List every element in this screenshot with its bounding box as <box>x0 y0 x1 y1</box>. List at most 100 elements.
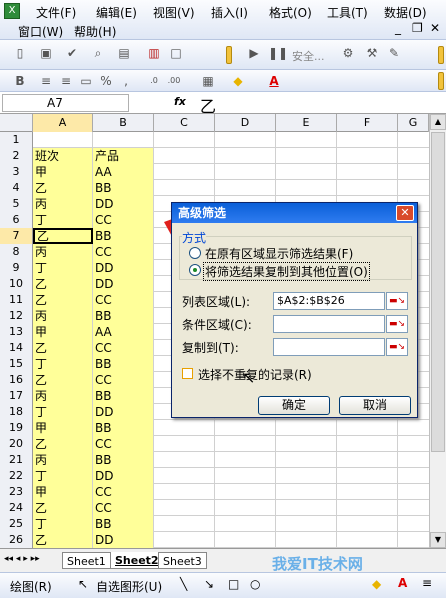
row-header[interactable]: 3 <box>0 164 33 180</box>
row-header[interactable]: 8 <box>0 244 33 260</box>
row-header[interactable]: 9 <box>0 260 33 276</box>
row-header[interactable]: 4 <box>0 180 33 196</box>
borders-icon[interactable]: ▦ <box>200 73 216 89</box>
font-color-draw-icon[interactable]: A <box>398 576 407 590</box>
tab-nav-buttons[interactable]: ◂◂ ◂ ▸ ▸▸ <box>4 554 40 564</box>
option-show-in-place[interactable]: 在原有区域显示筛选结果(F) <box>205 245 353 262</box>
rectangle-icon[interactable]: □ <box>228 577 239 591</box>
cell-a[interactable]: 丁 <box>33 404 93 420</box>
column-header-b[interactable]: B <box>93 114 154 132</box>
menu-data[interactable]: 数据(D) <box>384 4 427 21</box>
excel-icon[interactable]: X <box>4 3 20 19</box>
scroll-thumb[interactable] <box>431 132 445 452</box>
column-header-g[interactable]: G <box>398 114 429 132</box>
cell-b[interactable]: BB <box>93 356 154 372</box>
cell-a[interactable]: 丙 <box>33 452 93 468</box>
cell-b[interactable]: DD <box>93 532 154 548</box>
spell-icon[interactable]: ✔ <box>64 45 80 61</box>
security-button[interactable]: 安全... <box>292 48 325 64</box>
tab-sheet2[interactable]: Sheet2 <box>110 552 164 569</box>
restore-button[interactable]: ❐ <box>412 21 423 35</box>
toolbar-grip[interactable] <box>438 72 444 90</box>
cell-b[interactable]: DD <box>93 196 154 212</box>
select-objects-icon[interactable]: ↖ <box>78 577 88 591</box>
menu-edit[interactable]: 编辑(E) <box>96 4 137 21</box>
cell-a[interactable]: 乙 <box>33 372 93 388</box>
cell-a[interactable]: 甲 <box>33 484 93 500</box>
cell-a[interactable]: 丁 <box>33 516 93 532</box>
cell-a[interactable]: 丁 <box>33 212 93 228</box>
column-header-f[interactable]: F <box>337 114 398 132</box>
cell-b[interactable]: BB <box>93 420 154 436</box>
cell-a[interactable]: 丙 <box>33 196 93 212</box>
cell-a[interactable]: 丙 <box>33 308 93 324</box>
cancel-button[interactable]: 取消 <box>339 396 411 415</box>
row-header[interactable]: 13 <box>0 324 33 340</box>
wrench-icon[interactable]: ✎ <box>386 45 402 61</box>
close-icon[interactable]: ✕ <box>396 205 414 221</box>
comma-icon[interactable]: , <box>118 73 134 89</box>
row-header[interactable]: 20 <box>0 436 33 452</box>
row-header[interactable]: 12 <box>0 308 33 324</box>
font-color-icon[interactable]: A <box>266 73 282 89</box>
row-header[interactable]: 10 <box>0 276 33 292</box>
run-icon[interactable]: ▶ <box>246 45 262 61</box>
column-header-c[interactable]: C <box>154 114 215 132</box>
toolbar-grip[interactable] <box>226 46 232 64</box>
autoshapes-menu[interactable]: 自选图形(U) <box>96 578 162 595</box>
cell-b[interactable]: DD <box>93 468 154 484</box>
cell-b[interactable]: CC <box>93 292 154 308</box>
cell-a[interactable] <box>33 132 93 148</box>
draw-menu[interactable]: 绘图(R) <box>10 578 52 595</box>
row-header[interactable]: 7 <box>0 228 33 244</box>
tab-sheet3[interactable]: Sheet3 <box>158 552 207 569</box>
cell-b[interactable]: CC <box>93 372 154 388</box>
fx-icon[interactable]: fx <box>174 95 186 108</box>
scroll-down-button[interactable]: ▼ <box>430 532 446 548</box>
cell-a[interactable]: 乙 <box>33 276 93 292</box>
fill-color-draw-icon[interactable]: ◆ <box>372 577 381 591</box>
row-header[interactable]: 23 <box>0 484 33 500</box>
save-icon[interactable]: ▣ <box>38 45 54 61</box>
cell-b[interactable]: CC <box>93 436 154 452</box>
menu-window[interactable]: 窗口(W) <box>18 23 63 40</box>
cell-a[interactable]: 乙 <box>33 500 93 516</box>
cell-b[interactable]: DD <box>93 276 154 292</box>
menu-view[interactable]: 视图(V) <box>153 4 195 21</box>
name-box[interactable]: A7 <box>2 94 129 112</box>
toolbar-grip[interactable] <box>438 46 444 64</box>
cell-a[interactable]: 丁 <box>33 468 93 484</box>
menu-file[interactable]: 文件(F) <box>36 4 76 21</box>
cell-a[interactable]: 甲 <box>33 164 93 180</box>
minimize-button[interactable]: _ <box>395 21 401 35</box>
research-icon[interactable]: ⌕ <box>90 45 106 61</box>
row-header[interactable]: 1 <box>0 132 33 148</box>
row-header[interactable]: 21 <box>0 452 33 468</box>
cell-b[interactable]: BB <box>93 452 154 468</box>
row-header[interactable]: 11 <box>0 292 33 308</box>
cell-b[interactable]: DD <box>93 260 154 276</box>
row-header[interactable]: 17 <box>0 388 33 404</box>
cell-b[interactable]: BB <box>93 388 154 404</box>
decrease-decimal-icon[interactable]: .00 <box>166 73 182 89</box>
row-header[interactable]: 6 <box>0 212 33 228</box>
range-picker-icon[interactable]: ▬↘ <box>386 338 408 356</box>
menu-insert[interactable]: 插入(I) <box>211 4 248 21</box>
menu-tools[interactable]: 工具(T) <box>327 4 368 21</box>
column-header-a[interactable]: A <box>33 114 93 132</box>
cell-b[interactable]: 产品 <box>93 148 154 164</box>
column-header-e[interactable]: E <box>276 114 337 132</box>
copy-to-input[interactable] <box>273 338 385 356</box>
sort-icon[interactable]: ▥ <box>146 45 162 61</box>
row-header[interactable]: 22 <box>0 468 33 484</box>
more-icon[interactable]: ≡ <box>422 576 432 590</box>
merge-icon[interactable]: ▭ <box>78 73 94 89</box>
cell-b[interactable] <box>93 132 154 148</box>
cell-a[interactable]: 乙 <box>33 228 93 244</box>
chart-icon[interactable]: □ <box>168 45 184 61</box>
cell-a[interactable]: 丁 <box>33 260 93 276</box>
cell-b[interactable]: BB <box>93 180 154 196</box>
toolbox-icon[interactable]: ⚙ <box>340 45 356 61</box>
percent-icon[interactable]: % <box>98 73 114 89</box>
tab-sheet1[interactable]: Sheet1 <box>62 552 111 569</box>
